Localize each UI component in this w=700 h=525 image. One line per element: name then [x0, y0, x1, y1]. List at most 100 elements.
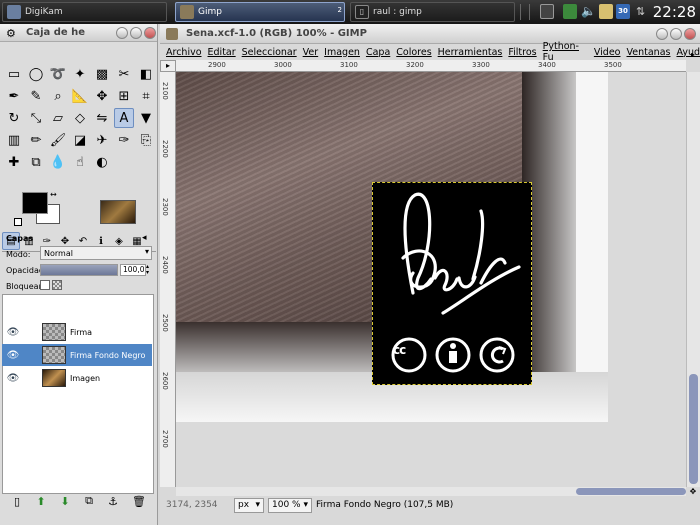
- menu-seleccionar[interactable]: Seleccionar: [242, 47, 297, 58]
- free-select-tool-icon[interactable]: ➰: [48, 64, 68, 84]
- flip-tool-icon[interactable]: ⇋: [92, 108, 112, 128]
- shear-tool-icon[interactable]: ▱: [48, 108, 68, 128]
- align-tool-icon[interactable]: ⊞: [114, 86, 134, 106]
- text-tool-icon[interactable]: A: [114, 108, 134, 128]
- raise-layer-icon[interactable]: ⬆: [34, 494, 48, 508]
- ink-tool-icon[interactable]: ✑: [114, 130, 134, 150]
- active-image-thumbnail[interactable]: [100, 200, 136, 224]
- minimize-button[interactable]: [116, 27, 128, 39]
- unit-select[interactable]: px ▾: [234, 497, 264, 513]
- menu-filtros[interactable]: Filtros: [508, 47, 536, 58]
- task-terminal[interactable]: ▯ raul : gimp: [350, 2, 515, 22]
- move-tool-icon[interactable]: ✥: [92, 86, 112, 106]
- blend-tool-icon[interactable]: ▥: [4, 130, 24, 150]
- vertical-ruler[interactable]: 2100 2200 2300 2400 2500 2600 2700: [160, 72, 176, 487]
- lock-pixels-checkbox[interactable]: [40, 280, 50, 290]
- maximize-button[interactable]: [670, 28, 682, 40]
- image-canvas[interactable]: cc: [176, 72, 686, 487]
- maximize-button[interactable]: [130, 27, 142, 39]
- mode-select[interactable]: Normal ▾: [40, 246, 152, 260]
- visibility-eye-icon[interactable]: 👁: [6, 327, 20, 338]
- opacity-spin-icon[interactable]: ▴ ▾: [146, 264, 149, 276]
- fuzzy-select-tool-icon[interactable]: ✦: [70, 64, 90, 84]
- foreground-color-swatch[interactable]: [22, 192, 48, 214]
- heal-tool-icon[interactable]: ✚: [4, 152, 24, 172]
- menu-herramientas[interactable]: Herramientas: [438, 47, 503, 58]
- close-button[interactable]: [684, 28, 696, 40]
- menu-video[interactable]: Video: [594, 47, 621, 58]
- volume-icon[interactable]: 🔈: [581, 4, 596, 19]
- task-gimp[interactable]: Gimp 2: [175, 2, 345, 22]
- layer-row[interactable]: 👁 Firma Fondo Negro: [2, 344, 152, 366]
- vertical-scroll-thumb[interactable]: [689, 374, 698, 484]
- menu-capa[interactable]: Capa: [366, 47, 390, 58]
- signature-layer[interactable]: cc: [372, 182, 532, 385]
- layer-row[interactable]: 👁 Firma: [2, 321, 152, 343]
- ruler-tick-label: 2600: [161, 372, 169, 390]
- zoom-tool-icon[interactable]: ⌕: [48, 86, 68, 106]
- calendar-icon[interactable]: 30: [616, 4, 630, 19]
- menu-editar[interactable]: Editar: [208, 47, 236, 58]
- measure-tool-icon[interactable]: 📐: [70, 86, 90, 106]
- foreground-select-tool-icon[interactable]: ◧: [136, 64, 156, 84]
- color-select-tool-icon[interactable]: ▩: [92, 64, 112, 84]
- visibility-eye-icon[interactable]: 👁: [6, 350, 20, 361]
- desktop-pager-icon[interactable]: [540, 4, 554, 19]
- menu-imagen[interactable]: Imagen: [324, 47, 360, 58]
- panel-menu-icon[interactable]: ◂: [142, 233, 147, 243]
- horizontal-scroll-thumb[interactable]: [576, 488, 686, 495]
- duplicate-layer-icon[interactable]: ⧉: [82, 494, 96, 508]
- pencil-tool-icon[interactable]: ✏: [26, 130, 46, 150]
- clock[interactable]: 22:28: [653, 0, 696, 24]
- smudge-tool-icon[interactable]: ☝: [70, 152, 90, 172]
- delete-layer-icon[interactable]: 🗑: [132, 494, 146, 508]
- menu-colores[interactable]: Colores: [396, 47, 431, 58]
- close-button[interactable]: [144, 27, 156, 39]
- new-layer-icon[interactable]: ▯: [10, 494, 24, 508]
- panel-separator: [520, 4, 530, 20]
- vertical-scrollbar[interactable]: [686, 72, 700, 487]
- bucket-fill-tool-icon[interactable]: ▼: [136, 108, 156, 128]
- rotate-tool-icon[interactable]: ↻: [4, 108, 24, 128]
- scissors-tool-icon[interactable]: ✂: [114, 64, 134, 84]
- network-icon[interactable]: ⇅: [636, 4, 650, 19]
- swap-colors-icon[interactable]: ↔: [50, 190, 57, 199]
- reset-colors-icon[interactable]: [14, 218, 22, 226]
- window-menu-icon[interactable]: ⚙: [6, 27, 16, 40]
- layer-row[interactable]: 👁 Imagen: [2, 367, 152, 389]
- task-digikam[interactable]: DigiKam: [2, 2, 167, 22]
- notes-icon[interactable]: [563, 4, 577, 19]
- menu-ventanas[interactable]: Ventanas: [627, 47, 671, 58]
- quick-mask-corner-icon[interactable]: ▸: [160, 60, 176, 72]
- menu-arrow-icon[interactable]: ▸: [686, 50, 700, 60]
- rect-select-tool-icon[interactable]: ▭: [4, 64, 24, 84]
- horizontal-ruler[interactable]: 2900 3000 3100 3200 3300 3400 3500: [176, 60, 686, 72]
- color-picker-tool-icon[interactable]: ✎: [26, 86, 46, 106]
- opacity-slider[interactable]: [40, 264, 118, 276]
- clipboard-icon[interactable]: [599, 4, 613, 19]
- menu-archivo[interactable]: Archivo: [166, 47, 202, 58]
- eraser-tool-icon[interactable]: ◪: [70, 130, 90, 150]
- airbrush-tool-icon[interactable]: ✈: [92, 130, 112, 150]
- menu-ver[interactable]: Ver: [303, 47, 319, 58]
- gimp-icon[interactable]: [166, 28, 178, 40]
- paths-tool-icon[interactable]: ✒: [4, 86, 24, 106]
- lower-layer-icon[interactable]: ⬇: [58, 494, 72, 508]
- perspective-tool-icon[interactable]: ◇: [70, 108, 90, 128]
- perspective-clone-tool-icon[interactable]: ⧉: [26, 152, 46, 172]
- lock-alpha-icon[interactable]: [52, 280, 62, 290]
- image-window-titlebar[interactable]: Sena.xcf-1.0 (RGB) 100% - GIMP: [160, 24, 700, 44]
- blur-tool-icon[interactable]: 💧: [48, 152, 68, 172]
- scale-tool-icon[interactable]: ⤡: [26, 108, 46, 128]
- ellipse-select-tool-icon[interactable]: ◯: [26, 64, 46, 84]
- anchor-layer-icon[interactable]: ⚓: [106, 494, 120, 508]
- zoom-select[interactable]: 100 % ▾: [268, 497, 312, 513]
- clone-tool-icon[interactable]: ⎘: [136, 130, 156, 150]
- dodge-burn-tool-icon[interactable]: ◐: [92, 152, 112, 172]
- horizontal-scrollbar[interactable]: [176, 487, 686, 496]
- visibility-eye-icon[interactable]: 👁: [6, 373, 20, 384]
- minimize-button[interactable]: [656, 28, 668, 40]
- paintbrush-tool-icon[interactable]: 🖌: [48, 130, 68, 150]
- opacity-input[interactable]: 100,0: [120, 264, 146, 276]
- crop-tool-icon[interactable]: ⌗: [136, 86, 156, 106]
